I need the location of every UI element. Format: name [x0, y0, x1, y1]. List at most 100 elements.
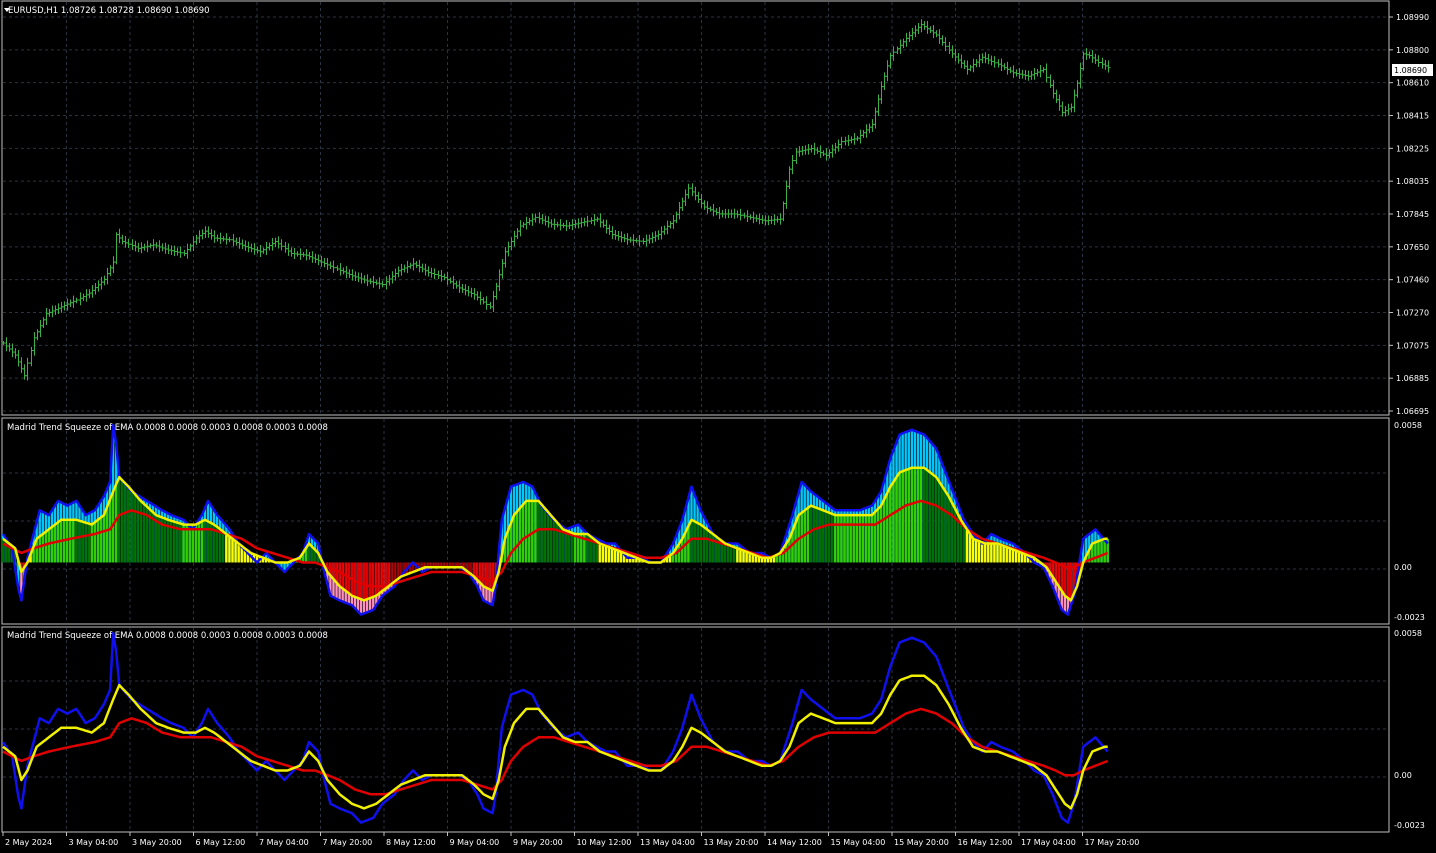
histogram-bar [727, 544, 730, 563]
histogram-bar [736, 548, 739, 563]
histogram-bar [699, 524, 702, 563]
histogram-bar [142, 503, 145, 563]
time-axis-label: 15 May 04:00 [831, 838, 886, 847]
histogram-bar [102, 515, 106, 563]
histogram-bar [809, 505, 813, 563]
histogram-bar [1094, 542, 1097, 563]
histogram-bar [687, 526, 690, 563]
histogram-bar [335, 562, 338, 583]
histogram-bar [369, 562, 372, 599]
histogram-bar [387, 562, 390, 587]
price-axis-label: 1.07650 [1396, 243, 1429, 252]
sub1-header: Madrid Trend Squeeze of EMA 0.0008 0.000… [7, 423, 328, 433]
histogram-bar [90, 524, 93, 563]
sub2-axis-mid: 0.00 [1394, 771, 1412, 780]
histogram-bar [139, 500, 142, 563]
histogram-bar [546, 511, 549, 563]
price-axis-label: 1.07845 [1396, 210, 1429, 219]
time-axis-label: 3 May 04:00 [69, 838, 119, 847]
time-axis-label: 17 May 20:00 [1085, 838, 1140, 847]
histogram-bar [69, 519, 72, 563]
histogram-bar [200, 521, 204, 563]
histogram-bar [479, 562, 482, 584]
histogram-bar [880, 505, 883, 563]
histogram-bar [133, 493, 136, 563]
histogram-bar [66, 519, 69, 563]
histogram-bar [812, 506, 816, 563]
time-axis-label: 9 May 04:00 [450, 838, 500, 847]
histogram-bar [552, 518, 555, 563]
price-axis-label: 1.07270 [1396, 309, 1429, 318]
histogram-bar [375, 562, 378, 596]
histogram-bar [916, 467, 920, 563]
sub2-axis-top: 0.0058 [1394, 629, 1422, 638]
histogram-bar [607, 547, 611, 563]
histogram-bar [96, 519, 100, 563]
histogram-bar [990, 543, 993, 563]
price-axis-label: 1.08415 [1396, 112, 1429, 121]
histogram-bar [84, 522, 87, 563]
histogram-bar [974, 539, 978, 563]
time-axis-label: 17 May 04:00 [1021, 838, 1076, 847]
histogram-bar [895, 477, 898, 563]
histogram-bar [610, 548, 614, 563]
sub1-axis-bottom: -0.0023 [1394, 613, 1425, 622]
sub1-axis-top: 0.0058 [1394, 421, 1422, 430]
histogram-bar [693, 521, 696, 563]
histogram-bar [93, 522, 96, 563]
histogram-bar [356, 562, 360, 599]
histogram-bar [365, 562, 369, 600]
histogram-bar [78, 520, 81, 563]
histogram-bar [359, 562, 363, 600]
histogram-bar [522, 504, 525, 563]
histogram-bar [512, 515, 516, 563]
histogram-bar [977, 541, 981, 563]
histogram-bar [540, 504, 543, 563]
histogram-bar [733, 547, 736, 563]
histogram-bar [537, 500, 540, 563]
histogram-bar [849, 515, 852, 563]
histogram-bar [613, 549, 617, 563]
histogram-bar [858, 515, 861, 563]
histogram-bar [867, 515, 871, 563]
sub2-header: Madrid Trend Squeeze of EMA 0.0008 0.000… [7, 631, 328, 641]
price-axis-label: 1.08800 [1396, 46, 1429, 55]
histogram-bar [947, 496, 950, 563]
histogram-bar [834, 515, 837, 563]
time-axis-label: 14 May 12:00 [767, 838, 822, 847]
histogram-bar [861, 515, 865, 563]
price-axis-label: 1.08035 [1396, 177, 1429, 186]
trading-chart[interactable]: EURUSD,H1 1.08726 1.08728 1.08690 1.0869… [0, 0, 1436, 853]
histogram-bar [222, 531, 225, 563]
time-axis-label: 9 May 20:00 [513, 838, 563, 847]
histogram-bar [818, 509, 822, 563]
histogram-bar [965, 529, 969, 563]
histogram-bar [203, 519, 207, 563]
histogram-bar [38, 536, 41, 563]
histogram-bar [616, 550, 620, 563]
price-axis-label: 1.08610 [1396, 79, 1429, 88]
histogram-bar [338, 562, 341, 587]
histogram-bar [892, 481, 895, 563]
histogram-bar [1, 538, 5, 563]
histogram-bar [987, 543, 990, 563]
histogram-bar [595, 541, 598, 563]
histogram-bar [907, 468, 910, 563]
histogram-bar [567, 531, 571, 563]
histogram-bar [47, 529, 51, 563]
histogram-bar [81, 521, 84, 563]
histogram-bar [393, 562, 396, 582]
histogram-bar [959, 519, 962, 563]
time-axis-label: 7 May 04:00 [259, 838, 309, 847]
histogram-bar [1008, 548, 1011, 563]
histogram-bar [136, 497, 139, 563]
histogram-bar [828, 512, 831, 563]
sub1-axis-mid: 0.00 [1394, 563, 1412, 572]
histogram-bar [913, 467, 917, 563]
histogram-bar [815, 507, 819, 563]
histogram-bar [219, 529, 222, 563]
histogram-bar [996, 543, 999, 563]
histogram-bar [99, 517, 103, 563]
histogram-bar [968, 534, 972, 563]
histogram-bar [555, 522, 559, 563]
